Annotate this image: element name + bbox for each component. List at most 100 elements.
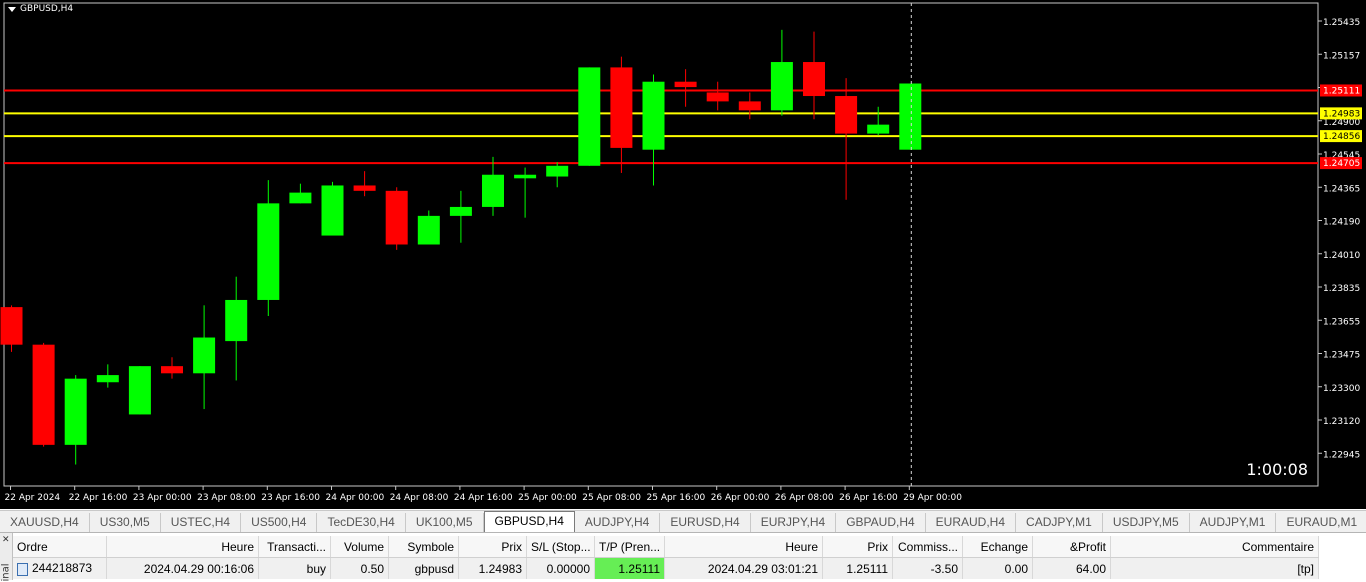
tab-euraud-h4[interactable]: EURAUD,H4 — [926, 513, 1017, 532]
tab-audjpy-m1[interactable]: AUDJPY,M1 — [1190, 513, 1277, 532]
price-axis-label: 1.23120 — [1323, 417, 1360, 427]
candle-body — [674, 81, 697, 88]
table-cell: 1.25111 — [822, 557, 893, 579]
table-cell: 0.00 — [962, 557, 1033, 579]
price-level-tag-label: 1.24983 — [1323, 109, 1360, 119]
time-axis-label: 25 Apr 16:00 — [647, 493, 706, 503]
terminal-side-strip: ✕ inal — [0, 533, 13, 582]
table-cell: gbpusd — [388, 557, 459, 579]
candle-body — [642, 81, 665, 150]
time-axis-label: 24 Apr 00:00 — [326, 493, 385, 503]
column-header[interactable]: Symbole — [388, 536, 459, 558]
tab-gbpusd-h4[interactable]: GBPUSD,H4 — [483, 511, 575, 532]
chart-title: GBPUSD,H4 — [8, 4, 73, 14]
tab-eurusd-h4[interactable]: EURUSD,H4 — [660, 513, 751, 532]
table-cell: 1.25111 — [594, 557, 665, 579]
candle-body — [385, 190, 408, 245]
orders-header-row: Ordre Heure Transacti... Volume Symbole Prix S… — [13, 536, 1319, 558]
time-axis-label: 23 Apr 16:00 — [261, 493, 320, 503]
table-cell: buy — [258, 557, 331, 579]
chart-area[interactable]: 1.254351.251571.250801.249001.245451.243… — [0, 0, 1366, 509]
price-axis-label: 1.24010 — [1323, 251, 1360, 261]
tab-ustec-h4[interactable]: USTEC,H4 — [161, 513, 242, 532]
column-header[interactable]: &Profit — [1032, 536, 1111, 558]
orders-table: Ordre Heure Transacti... Volume Symbole Prix S… — [13, 536, 1319, 579]
time-axis-label: 22 Apr 16:00 — [69, 493, 128, 503]
tab-us500-h4[interactable]: US500,H4 — [241, 513, 318, 532]
price-axis-label: 1.25157 — [1323, 51, 1360, 61]
time-axis-label: 29 Apr 00:00 — [903, 493, 962, 503]
tab-audjpy-h4[interactable]: AUDJPY,H4 — [575, 513, 661, 532]
tab-euraud-m1[interactable]: EURAUD,M1 — [1276, 513, 1366, 532]
price-axis-label: 1.24365 — [1323, 184, 1360, 194]
candle-body — [289, 192, 312, 204]
chart-menu-icon[interactable] — [8, 6, 16, 12]
order-id: 244218873 — [32, 561, 93, 576]
candle-body — [353, 185, 376, 191]
candle-body — [257, 203, 280, 300]
column-header[interactable]: S/L (Stop... — [526, 536, 595, 558]
price-axis-label: 1.23835 — [1323, 284, 1360, 294]
column-header[interactable]: Commiss... — [892, 536, 963, 558]
time-axis-label: 22 Apr 2024 — [5, 493, 61, 503]
candle-body — [514, 174, 537, 179]
candle-body — [706, 92, 729, 102]
column-header[interactable]: T/P (Pren... — [594, 536, 665, 558]
price-axis-label: 1.25435 — [1323, 18, 1360, 28]
column-header[interactable]: Commentaire — [1110, 536, 1319, 558]
plot-frame — [3, 2, 1319, 487]
candle-body — [161, 366, 183, 374]
column-header[interactable]: Heure — [664, 536, 823, 558]
tab-usdjpy-m5[interactable]: USDJPY,M5 — [1103, 513, 1190, 532]
time-axis-label: 26 Apr 08:00 — [775, 493, 834, 503]
tab-xauusd-h4[interactable]: XAUUSD,H4 — [0, 513, 90, 532]
time-axis-label: 23 Apr 00:00 — [133, 493, 192, 503]
column-header[interactable]: Prix — [822, 536, 893, 558]
tab-us30-m5[interactable]: US30,M5 — [90, 513, 161, 532]
time-axis-label: 23 Apr 08:00 — [197, 493, 256, 503]
candle-body — [193, 337, 216, 374]
column-header[interactable]: Transacti... — [258, 536, 331, 558]
candle-body — [482, 174, 504, 207]
column-header[interactable]: Volume — [330, 536, 389, 558]
time-axis-label: 26 Apr 16:00 — [839, 493, 898, 503]
candle-body — [546, 165, 569, 177]
table-cell: 1.24983 — [458, 557, 527, 579]
price-axis-label: 1.22945 — [1323, 450, 1360, 460]
candle-body — [803, 62, 825, 97]
table-row[interactable]: 244218873 2024.04.29 00:16:06 buy 0.50 gbpus… — [13, 557, 1319, 579]
close-icon[interactable]: ✕ — [2, 535, 10, 545]
tab-gbpaud-h4[interactable]: GBPAUD,H4 — [836, 513, 926, 532]
column-header[interactable]: Echange — [962, 536, 1033, 558]
column-header[interactable]: Heure — [106, 536, 259, 558]
candle-body — [32, 344, 55, 445]
candle-body — [96, 375, 119, 383]
time-axis-label: 24 Apr 16:00 — [454, 493, 513, 503]
candle-body — [867, 124, 890, 134]
chart-tabs-bar: XAUUSD,H4 US30,M5 USTEC,H4 US500,H4 TecDE30,… — [0, 510, 1366, 532]
time-axis-label: 25 Apr 08:00 — [582, 493, 641, 503]
table-cell: 0.00000 — [526, 557, 595, 579]
order-icon — [17, 562, 28, 576]
column-header[interactable]: Prix — [458, 536, 527, 558]
table-cell: 64.00 — [1032, 557, 1111, 579]
price-axis-label: 1.23475 — [1323, 351, 1360, 361]
table-cell: 244218873 — [13, 557, 107, 579]
candle-body — [321, 185, 344, 236]
price-level-tag-label: 1.25111 — [1323, 86, 1360, 96]
price-axis-label: 1.23300 — [1323, 384, 1360, 394]
candle-body — [225, 299, 248, 342]
tab-cadjpy-m1[interactable]: CADJPY,M1 — [1016, 513, 1103, 532]
price-axis-label: 1.23655 — [1323, 317, 1360, 327]
column-header[interactable]: Ordre — [13, 536, 107, 558]
candle-body — [449, 206, 472, 216]
candle-body — [738, 101, 761, 111]
candle-body — [0, 307, 23, 345]
candle-body — [899, 83, 922, 150]
tab-tecde30-h4[interactable]: TecDE30,H4 — [317, 513, 406, 532]
time-axis-label: 25 Apr 00:00 — [518, 493, 577, 503]
tab-uk100-m5[interactable]: UK100,M5 — [406, 513, 484, 532]
tab-eurjpy-h4[interactable]: EURJPY,H4 — [751, 513, 837, 532]
candlestick-chart[interactable]: 1.254351.251571.250801.249001.245451.243… — [0, 0, 1366, 509]
candle-body — [610, 67, 633, 148]
